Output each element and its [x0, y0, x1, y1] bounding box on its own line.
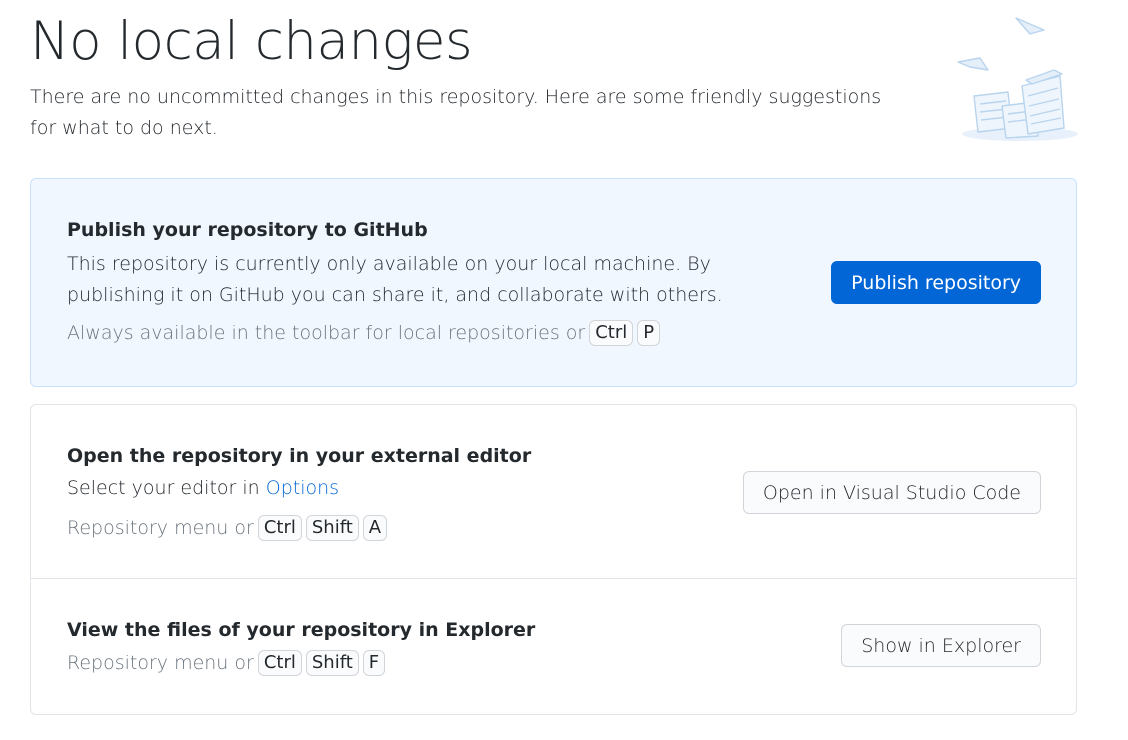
key-ctrl: Ctrl	[257, 515, 302, 541]
show-in-explorer-title: View the files of your repository in Exp…	[67, 619, 536, 641]
open-editor-description-text: Select your editor in	[67, 477, 260, 499]
publish-hint-text: Always available in the toolbar for loca…	[67, 322, 586, 344]
open-editor-hint-text: Repository menu or	[67, 517, 254, 539]
publish-card: Publish your repository to GitHub This r…	[30, 178, 1077, 387]
publish-shortcut-hint: Always available in the toolbar for loca…	[67, 320, 661, 346]
key-ctrl: Ctrl	[589, 320, 634, 346]
publish-repository-button[interactable]: Publish repository	[831, 261, 1041, 304]
show-in-explorer-section: View the files of your repository in Exp…	[31, 578, 1076, 714]
publish-title: Publish your repository to GitHub	[67, 219, 428, 241]
key-ctrl: Ctrl	[257, 650, 302, 676]
intro-text: There are no uncommitted changes in this…	[30, 86, 882, 139]
show-in-explorer-hint-text: Repository menu or	[67, 652, 254, 674]
page-title: No local changes	[30, 11, 473, 72]
paper-stacks-illustration-icon	[950, 10, 1090, 145]
open-editor-section: Open the repository in your external edi…	[31, 405, 1076, 578]
publish-description: This repository is currently only availa…	[67, 253, 723, 306]
open-editor-title: Open the repository in your external edi…	[67, 445, 532, 467]
key-shift: Shift	[305, 515, 359, 541]
open-editor-shortcut-hint: Repository menu or Ctrl Shift A	[67, 515, 388, 541]
show-in-explorer-button[interactable]: Show in Explorer	[841, 624, 1041, 667]
suggestions-card: Open the repository in your external edi…	[30, 404, 1077, 715]
key-shift: Shift	[305, 650, 359, 676]
key-f: F	[362, 650, 386, 676]
options-link[interactable]: Options	[266, 477, 339, 499]
key-a: A	[362, 515, 388, 541]
open-editor-description: Select your editor in Options	[67, 473, 767, 504]
show-in-explorer-shortcut-hint: Repository menu or Ctrl Shift F	[67, 650, 386, 676]
open-in-editor-button[interactable]: Open in Visual Studio Code	[742, 471, 1041, 514]
key-p: P	[637, 320, 661, 346]
